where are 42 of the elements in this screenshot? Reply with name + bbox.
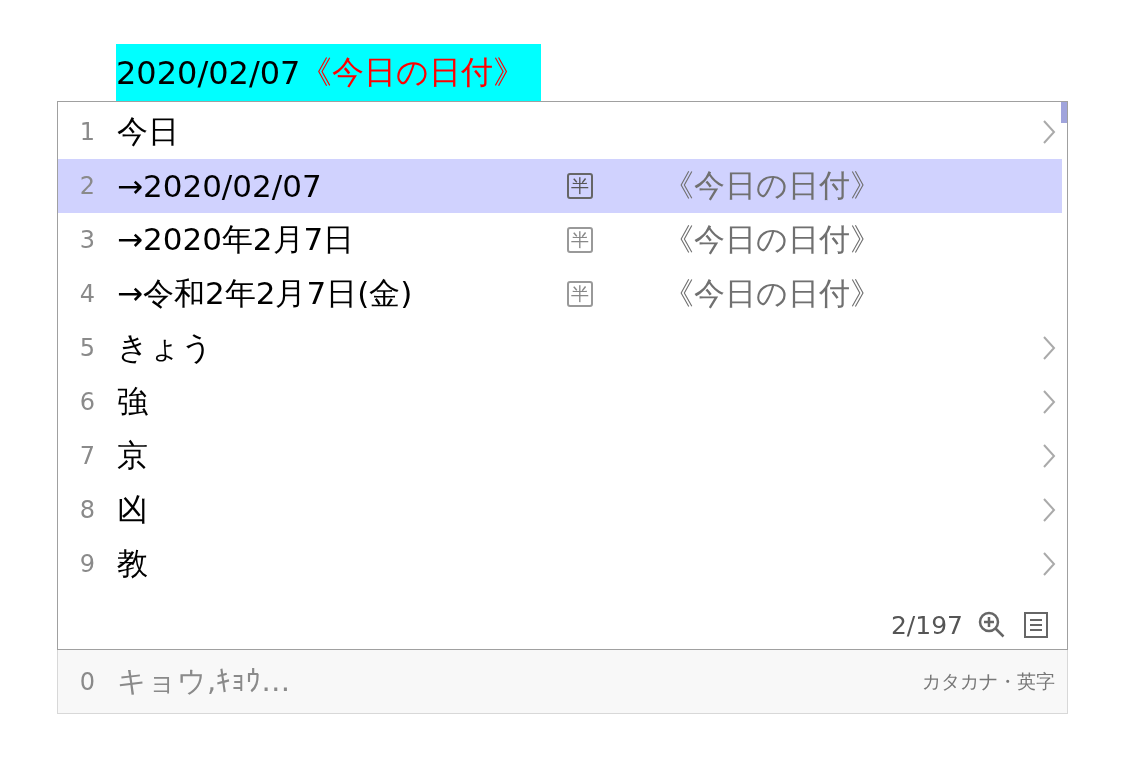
candidate-row[interactable]: 5 きょう [58,321,1062,375]
candidate-number: 6 [78,388,97,416]
mode-label: カタカナ・英字 [922,668,1056,694]
half-width-badge: 半 [567,173,593,199]
candidate-text: 京 [117,436,149,475]
candidate-row[interactable]: 9 教 [58,537,1062,591]
candidate-text: 凶 [117,490,149,529]
candidate-comment: 《今日の日付》 [663,274,881,313]
zoom-in-icon[interactable] [977,610,1007,640]
candidate-text: →2020/02/07 [117,168,323,204]
half-width-badge: 半 [567,227,593,253]
candidate-comment: 《今日の日付》 [663,220,881,259]
candidate-text: きょう [117,328,214,367]
candidate-number: 5 [78,334,97,362]
candidate-row[interactable]: 8 凶 [58,483,1062,537]
candidate-number: 4 [78,280,97,308]
candidate-number: 7 [78,442,97,470]
scrollbar-thumb[interactable] [1061,102,1067,123]
candidate-text: →2020年2月7日 [117,220,356,259]
candidate-row[interactable]: 4 →令和2年2月7日(金) 半 《今日の日付》 [58,267,1062,321]
candidate-text: →令和2年2月7日(金) [117,274,414,313]
candidate-number: 3 [78,226,97,254]
candidate-row[interactable]: 2 →2020/02/07 半 《今日の日付》 [58,159,1062,213]
bottom-number: 0 [78,667,97,696]
candidate-number: 1 [78,118,97,146]
candidate-row[interactable]: 6 強 [58,375,1062,429]
candidate-comment: 《今日の日付》 [663,166,881,205]
candidate-text: 強 [117,382,149,421]
candidate-row[interactable]: 3 →2020年2月7日 半 《今日の日付》 [58,213,1062,267]
half-width-badge: 半 [567,281,593,307]
composition-text: 2020/02/07 [116,53,301,92]
composition-annotation: 《今日の日付》 [300,51,526,93]
candidate-text: 今日 [117,112,180,151]
candidate-text: 教 [117,544,149,583]
candidate-number: 8 [78,496,97,524]
candidate-number: 2 [78,172,97,200]
candidate-position: 2/197 [890,610,963,640]
candidate-number: 9 [78,550,97,578]
list-icon[interactable] [1021,610,1051,640]
candidate-row[interactable]: 1 今日 [58,105,1062,159]
candidate-row[interactable]: 7 京 [58,429,1062,483]
bottom-candidate-text: キョウ,ｷｮｳ… [117,662,292,700]
